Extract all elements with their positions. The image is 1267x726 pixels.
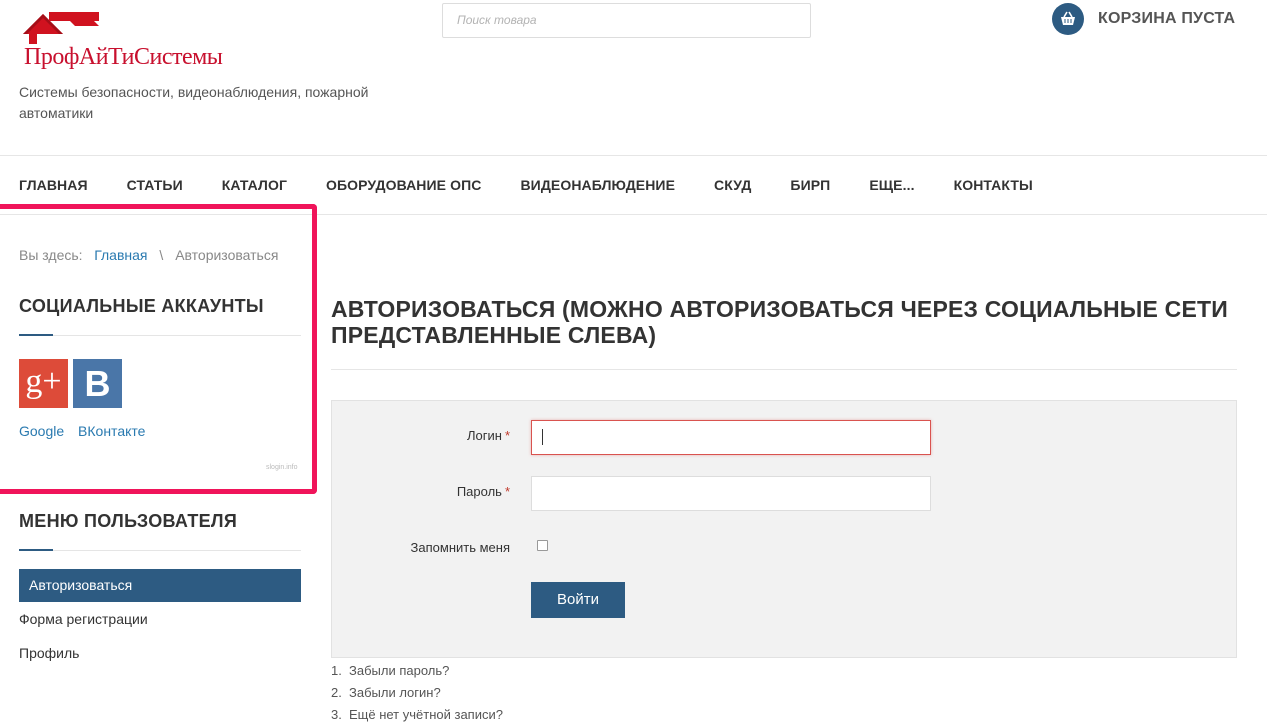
main-navigation: ГЛАВНАЯ СТАТЬИ КАТАЛОГ ОБОРУДОВАНИЕ ОПС …: [19, 177, 1072, 197]
page-title: АВТОРИЗОВАТЬСЯ (МОЖНО АВТОРИЗОВАТЬСЯ ЧЕР…: [331, 296, 1228, 348]
title-accent: [19, 334, 53, 336]
breadcrumb: Вы здесь: Главная \ Авторизоваться: [19, 247, 278, 263]
nav-item-home[interactable]: ГЛАВНАЯ: [19, 177, 88, 197]
nav-item-catalog[interactable]: КАТАЛОГ: [222, 177, 287, 197]
forgot-username-link[interactable]: Забыли логин?: [349, 685, 441, 700]
register-link[interactable]: Ещё нет учётной записи?: [349, 707, 503, 722]
divider: [19, 550, 301, 551]
help-links-list: 1. Забыли пароль? 2. Забыли логин? 3. Ещё н…: [331, 660, 503, 726]
user-menu-item-profile[interactable]: Профиль: [19, 645, 79, 661]
nav-item-cctv[interactable]: ВИДЕОНАБЛЮДЕНИЕ: [520, 177, 675, 197]
logo-text: ПрофАйТиСистемы: [24, 44, 223, 70]
basket-icon[interactable]: [1052, 3, 1084, 35]
user-menu-title: МЕНЮ ПОЛЬЗОВАТЕЛЯ: [19, 511, 238, 531]
login-input[interactable]: [531, 420, 931, 455]
nav-item-access-control[interactable]: СКУД: [714, 177, 751, 197]
breadcrumb-home-link[interactable]: Главная: [94, 247, 147, 263]
nav-item-articles[interactable]: СТАТЬИ: [127, 177, 183, 197]
user-menu-item-login[interactable]: Авторизоваться: [19, 569, 301, 602]
search-placeholder: Поиск товара: [457, 13, 537, 27]
password-label: Пароль *: [330, 484, 510, 499]
divider: [331, 369, 1237, 370]
google-login-link[interactable]: Google: [19, 423, 64, 439]
remember-me-checkbox[interactable]: [537, 540, 548, 551]
divider: [19, 335, 301, 336]
user-menu-item-registration[interactable]: Форма регистрации: [19, 611, 148, 627]
login-submit-button[interactable]: Войти: [531, 582, 625, 618]
breadcrumb-separator: \: [159, 247, 164, 263]
list-item: 1. Забыли пароль?: [331, 660, 503, 682]
login-label: Логин *: [330, 428, 510, 443]
list-number: 1.: [331, 663, 342, 678]
nav-item-more[interactable]: ЕЩЕ...: [869, 177, 914, 197]
required-mark: *: [504, 428, 510, 443]
google-plus-icon[interactable]: g+: [19, 359, 68, 408]
forgot-password-link[interactable]: Забыли пароль?: [349, 663, 449, 678]
nav-item-contacts[interactable]: КОНТАКТЫ: [954, 177, 1033, 197]
vk-icon[interactable]: B: [73, 359, 122, 408]
nav-item-fire-alarm[interactable]: ОБОРУДОВАНИЕ ОПС: [326, 177, 481, 197]
site-tagline: Системы безопасности, видеонаблюдения, п…: [19, 84, 369, 121]
password-label-text: Пароль: [456, 484, 502, 499]
list-item: 2. Забыли логин?: [331, 682, 503, 704]
breadcrumb-prefix: Вы здесь:: [19, 247, 83, 263]
slogin-credit-link[interactable]: slogin.info: [266, 464, 298, 471]
login-label-text: Логин: [466, 428, 502, 443]
nav-item-ups[interactable]: БИРП: [790, 177, 830, 197]
social-links: Google ВКонтакте: [19, 423, 155, 439]
social-accounts-title: СОЦИАЛЬНЫЕ АККАУНТЫ: [19, 296, 264, 316]
text-caret: [542, 429, 543, 445]
title-accent: [19, 549, 53, 551]
list-number: 2.: [331, 685, 342, 700]
password-input[interactable]: [531, 476, 931, 511]
required-mark: *: [504, 484, 510, 499]
cart-status[interactable]: КОРЗИНА ПУСТА: [1098, 10, 1235, 28]
remember-me-label: Запомнить меня: [410, 540, 510, 555]
vk-login-link[interactable]: ВКонтакте: [78, 423, 145, 439]
divider: [0, 155, 1267, 156]
breadcrumb-current: Авторизоваться: [175, 247, 279, 263]
